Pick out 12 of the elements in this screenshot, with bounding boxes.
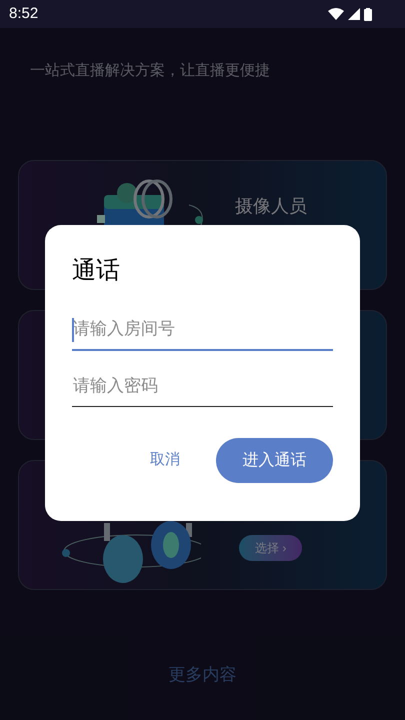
wifi-icon: [328, 8, 344, 20]
input-field[interactable]: 请输入密码: [72, 365, 333, 407]
enter-call-button[interactable]: 进入通话: [216, 438, 333, 483]
signal-icon: [348, 8, 360, 20]
status-time: 8:52: [9, 4, 38, 24]
text-cursor: [72, 318, 74, 342]
input-field[interactable]: 请输入房间号: [72, 309, 333, 351]
dialog-title: 通话: [72, 256, 121, 286]
battery-icon: [364, 8, 372, 20]
card-title: 摄像人员: [235, 194, 307, 218]
subtitle: 一站式直播解决方案，让直播更便捷: [29, 61, 271, 81]
select-button[interactable]: 选择 ›: [239, 534, 302, 560]
